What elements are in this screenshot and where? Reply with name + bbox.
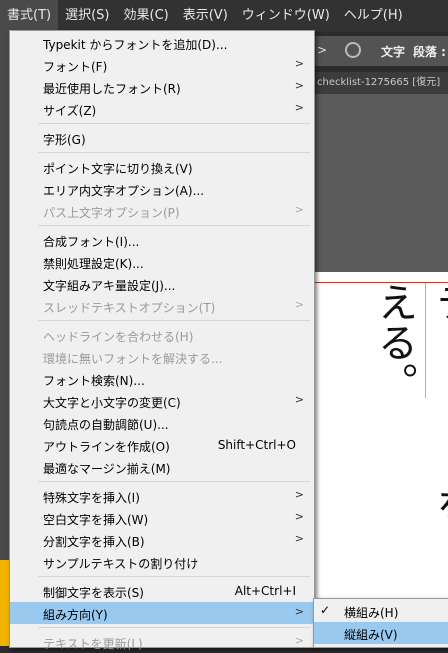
text-guide — [425, 283, 426, 398]
chevron-right-icon: > — [294, 101, 304, 114]
menu-item-composite-fonts[interactable]: 合成フォント(I)... — [10, 229, 314, 251]
control-panel: > 文字 段落 : — [315, 36, 448, 66]
submenu-item-vertical[interactable]: 縦組み(V) — [314, 622, 448, 644]
menu-item-fill-placeholder[interactable]: サンプルテキストの割り付け — [10, 551, 314, 573]
menu-item-change-case[interactable]: 大文字と小文字の変更(C) > — [10, 390, 314, 412]
pasteboard — [315, 94, 448, 272]
menu-item-find-font[interactable]: フォント検索(N)... — [10, 368, 314, 390]
menu-separator — [38, 123, 310, 124]
chevron-right-icon: > — [294, 57, 304, 70]
chevron-right-icon: > — [294, 532, 304, 545]
menu-item-label: 最適なマージン揃え(M) — [43, 462, 171, 476]
menu-item-mojikumi[interactable]: 文字組みアキ量設定(J)... — [10, 273, 314, 295]
menu-item-label: ヘッドラインを合わせる(H) — [43, 330, 194, 344]
tool-panel-edge — [0, 32, 9, 646]
chevron-right-icon: > — [294, 510, 304, 523]
menu-separator — [38, 225, 310, 226]
menu-item-type-orientation[interactable]: 組み方向(Y) > — [10, 602, 314, 624]
menu-item-size[interactable]: サイズ(Z) > — [10, 98, 314, 120]
menu-item-label: 大文字と小文字の変更(C) — [43, 396, 181, 410]
menu-item-label: 最近使用したフォント(R) — [43, 82, 181, 96]
menu-item-show-hidden-characters[interactable]: 制御文字を表示(S) Alt+Ctrl+I — [10, 580, 314, 602]
menu-item-label: 句読点の自動調節(U)... — [43, 418, 169, 432]
menu-item-label: 分割文字を挿入(B) — [43, 535, 145, 549]
menu-item-label: 合成フォント(I)... — [43, 235, 140, 249]
menu-item-label: 組み方向(Y) — [43, 608, 108, 622]
menu-item-insert-whitespace[interactable]: 空白文字を挿入(W) > — [10, 507, 314, 529]
menu-item-shortcut: Shift+Ctrl+O — [217, 438, 296, 452]
menu-item-optical-margin[interactable]: 最適なマージン揃え(M) — [10, 456, 314, 478]
menu-type[interactable]: 書式(T) — [0, 0, 59, 32]
menu-item-shortcut: Alt+Ctrl+I — [234, 584, 296, 598]
artwork-edge — [0, 560, 9, 646]
menu-separator — [38, 320, 310, 321]
menu-separator — [38, 576, 310, 577]
menu-item-label: テキストを更新(L) — [43, 637, 143, 651]
menu-separator — [38, 627, 310, 628]
menu-separator — [38, 481, 310, 482]
menu-item-label: 特殊文字を挿入(I) — [43, 491, 140, 505]
menu-item-kinsoku[interactable]: 禁則処理設定(K)... — [10, 251, 314, 273]
menu-item-label: 制御文字を表示(S) — [43, 586, 144, 600]
type-orientation-submenu: ✓ 横組み(H) 縦組み(V) — [313, 598, 448, 648]
chevron-right-icon: > — [294, 203, 304, 216]
menu-item-label: フォント検索(N)... — [43, 374, 145, 388]
chevron-right-icon: > — [294, 605, 304, 618]
chevron-right-icon: > — [294, 79, 304, 92]
menu-item-point-type[interactable]: ポイント文字に切り換え(V) — [10, 156, 314, 178]
menu-item-create-outlines[interactable]: アウトラインを作成(O) Shift+Ctrl+O — [10, 434, 314, 456]
chevron-right-icon: > — [294, 298, 304, 311]
menu-item-label: 文字組みアキ量設定(J)... — [43, 279, 176, 293]
menu-item-label: 字形(G) — [43, 133, 86, 147]
menu-effect[interactable]: 効果(C) — [117, 0, 176, 32]
submenu-item-label: 横組み(H) — [344, 606, 399, 620]
menu-window[interactable]: ウィンドウ(W) — [235, 0, 337, 32]
globe-icon[interactable] — [345, 42, 361, 58]
menu-item-area-type-options[interactable]: エリア内文字オプション(A)... — [10, 178, 314, 200]
vertical-text-right-a[interactable]: テ — [429, 282, 448, 322]
menu-item-label: 空白文字を挿入(W) — [43, 513, 149, 527]
menu-item-recent-fonts[interactable]: 最近使用したフォント(R) > — [10, 76, 314, 98]
chevron-right-icon: > — [294, 634, 304, 647]
menu-item-label: スレッドテキストオプション(T) — [43, 301, 216, 315]
menu-item-label: 禁則処理設定(K)... — [43, 257, 144, 271]
character-panel-link[interactable]: 文字 — [381, 43, 405, 60]
menu-item-typekit[interactable]: Typekit からフォントを追加(D)... — [10, 32, 314, 54]
paragraph-panel-link[interactable]: 段落 : — [413, 43, 446, 60]
document-tab[interactable]: checklist-1275665 [復元] — [315, 72, 448, 94]
menu-item-label: アウトラインを作成(O) — [43, 440, 170, 454]
submenu-item-label: 縦組み(V) — [344, 628, 398, 642]
submenu-item-horizontal[interactable]: ✓ 横組み(H) — [314, 600, 448, 622]
menu-item-font[interactable]: フォント(F) > — [10, 54, 314, 76]
menu-item-label: 環境に無いフォントを解決する... — [43, 352, 223, 366]
type-menu: Typekit からフォントを追加(D)... フォント(F) > 最近使用したフ… — [9, 30, 315, 651]
control-arrow[interactable]: > — [317, 43, 327, 57]
vertical-text-right-b[interactable]: を — [429, 485, 448, 525]
menubar: 書式(T) 選択(S) 効果(C) 表示(V) ウィンドウ(W) ヘルプ(H) — [0, 0, 448, 32]
menu-item-label: Typekit からフォントを追加(D)... — [43, 38, 228, 52]
menu-item-update-legacy-text[interactable]: テキストを更新(L) > — [10, 631, 314, 653]
menu-help[interactable]: ヘルプ(H) — [337, 0, 410, 32]
menu-item-label: エリア内文字オプション(A)... — [43, 184, 205, 198]
menu-item-insert-special-character[interactable]: 特殊文字を挿入(I) > — [10, 485, 314, 507]
menu-item-label: サンプルテキストの割り付け — [43, 557, 199, 571]
menu-view[interactable]: 表示(V) — [176, 0, 235, 32]
menu-item-label: フォント(F) — [43, 60, 108, 74]
menu-item-glyphs[interactable]: 字形(G) — [10, 127, 314, 149]
menu-item-insert-break[interactable]: 分割文字を挿入(B) > — [10, 529, 314, 551]
menu-item-label: パス上文字オプション(P) — [43, 206, 180, 220]
chevron-right-icon: > — [294, 393, 304, 406]
menu-item-resolve-missing-fonts[interactable]: 環境に無いフォントを解決する... — [10, 346, 314, 368]
menu-item-smart-punctuation[interactable]: 句読点の自動調節(U)... — [10, 412, 314, 434]
vertical-text-left[interactable]: える。 — [371, 282, 417, 402]
menu-separator — [38, 152, 310, 153]
menu-item-label: サイズ(Z) — [43, 104, 97, 118]
menu-item-fit-headline[interactable]: ヘッドラインを合わせる(H) — [10, 324, 314, 346]
menu-select[interactable]: 選択(S) — [58, 0, 116, 32]
chevron-right-icon: > — [294, 488, 304, 501]
menu-item-type-on-path-options[interactable]: パス上文字オプション(P) > — [10, 200, 314, 222]
menu-item-threaded-text-options[interactable]: スレッドテキストオプション(T) > — [10, 295, 314, 317]
checkmark-icon: ✓ — [320, 603, 331, 617]
menu-item-label: ポイント文字に切り換え(V) — [43, 162, 193, 176]
